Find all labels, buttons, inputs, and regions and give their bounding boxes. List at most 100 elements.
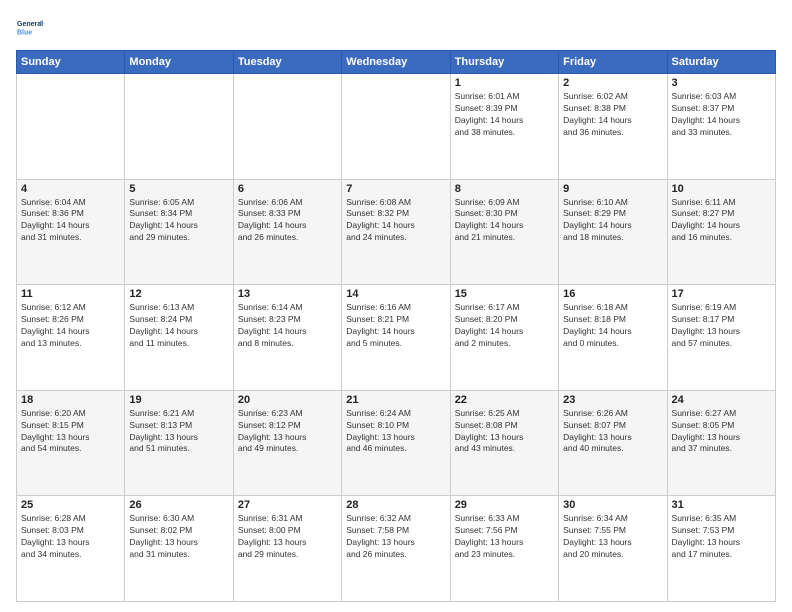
week-row-2: 4 Sunrise: 6:04 AMSunset: 8:36 PMDaylight… [17,179,776,285]
day-number: 30 [563,499,662,511]
cell-w4-d4: 22 Sunrise: 6:25 AMSunset: 8:08 PMDayligh… [450,390,558,496]
cell-w4-d3: 21 Sunrise: 6:24 AMSunset: 8:10 PMDayligh… [342,390,450,496]
day-number: 28 [346,499,445,511]
cell-w5-d2: 27 Sunrise: 6:31 AMSunset: 8:00 PMDayligh… [233,496,341,602]
cell-w3-d2: 13 Sunrise: 6:14 AMSunset: 8:23 PMDayligh… [233,285,341,391]
cell-w1-d6: 3 Sunrise: 6:03 AMSunset: 8:37 PMDaylight… [667,74,775,180]
cell-w4-d2: 20 Sunrise: 6:23 AMSunset: 8:12 PMDayligh… [233,390,341,496]
cell-w2-d6: 10 Sunrise: 6:11 AMSunset: 8:27 PMDayligh… [667,179,775,285]
day-info: Sunrise: 6:28 AMSunset: 8:03 PMDaylight:… [21,513,120,561]
day-info: Sunrise: 6:19 AMSunset: 8:17 PMDaylight:… [672,302,771,350]
day-number: 26 [129,499,228,511]
day-info: Sunrise: 6:20 AMSunset: 8:15 PMDaylight:… [21,408,120,456]
day-info: Sunrise: 6:31 AMSunset: 8:00 PMDaylight:… [238,513,337,561]
cell-w3-d3: 14 Sunrise: 6:16 AMSunset: 8:21 PMDayligh… [342,285,450,391]
day-number: 27 [238,499,337,511]
day-info: Sunrise: 6:05 AMSunset: 8:34 PMDaylight:… [129,197,228,245]
day-info: Sunrise: 6:24 AMSunset: 8:10 PMDaylight:… [346,408,445,456]
header-tuesday: Tuesday [233,51,341,74]
day-info: Sunrise: 6:32 AMSunset: 7:58 PMDaylight:… [346,513,445,561]
day-info: Sunrise: 6:13 AMSunset: 8:24 PMDaylight:… [129,302,228,350]
day-info: Sunrise: 6:23 AMSunset: 8:12 PMDaylight:… [238,408,337,456]
header-friday: Friday [559,51,667,74]
day-number: 6 [238,183,337,195]
cell-w3-d4: 15Sunrise: 6:17 AMSunset: 8:20 PMDayligh… [450,285,558,391]
day-number: 5 [129,183,228,195]
calendar-page: General Blue SundayMondayTuesdayWednesda… [0,0,792,612]
day-number: 3 [672,77,771,89]
day-info: Sunrise: 6:25 AMSunset: 8:08 PMDaylight:… [455,408,554,456]
day-info: Sunrise: 6:03 AMSunset: 8:37 PMDaylight:… [672,91,771,139]
cell-w1-d5: 2 Sunrise: 6:02 AMSunset: 8:38 PMDaylight… [559,74,667,180]
day-number: 20 [238,394,337,406]
day-number: 15 [455,288,554,300]
logo-svg: General Blue [16,12,46,42]
day-number: 31 [672,499,771,511]
day-number: 22 [455,394,554,406]
week-row-4: 18 Sunrise: 6:20 AMSunset: 8:15 PMDayligh… [17,390,776,496]
cell-w3-d1: 12Sunrise: 6:13 AMSunset: 8:24 PMDayligh… [125,285,233,391]
day-number: 13 [238,288,337,300]
day-number: 10 [672,183,771,195]
cell-w5-d3: 28 Sunrise: 6:32 AMSunset: 7:58 PMDayligh… [342,496,450,602]
cell-w4-d6: 24 Sunrise: 6:27 AMSunset: 8:05 PMDayligh… [667,390,775,496]
cell-w3-d6: 17 Sunrise: 6:19 AMSunset: 8:17 PMDayligh… [667,285,775,391]
header-wednesday: Wednesday [342,51,450,74]
day-number: 17 [672,288,771,300]
day-info: Sunrise: 6:10 AMSunset: 8:29 PMDaylight:… [563,197,662,245]
day-info: Sunrise: 6:16 AMSunset: 8:21 PMDaylight:… [346,302,445,350]
cell-w5-d0: 25 Sunrise: 6:28 AMSunset: 8:03 PMDayligh… [17,496,125,602]
header-sunday: Sunday [17,51,125,74]
cell-w2-d5: 9Sunrise: 6:10 AMSunset: 8:29 PMDaylight… [559,179,667,285]
cell-w5-d5: 30 Sunrise: 6:34 AMSunset: 7:55 PMDayligh… [559,496,667,602]
cell-w4-d5: 23 Sunrise: 6:26 AMSunset: 8:07 PMDayligh… [559,390,667,496]
cell-w3-d5: 16 Sunrise: 6:18 AMSunset: 8:18 PMDayligh… [559,285,667,391]
weekday-header-row: SundayMondayTuesdayWednesdayThursdayFrid… [17,51,776,74]
day-number: 1 [455,77,554,89]
week-row-5: 25 Sunrise: 6:28 AMSunset: 8:03 PMDayligh… [17,496,776,602]
day-info: Sunrise: 6:09 AMSunset: 8:30 PMDaylight:… [455,197,554,245]
day-number: 19 [129,394,228,406]
day-number: 2 [563,77,662,89]
day-info: Sunrise: 6:11 AMSunset: 8:27 PMDaylight:… [672,197,771,245]
day-info: Sunrise: 6:08 AMSunset: 8:32 PMDaylight:… [346,197,445,245]
day-info: Sunrise: 6:27 AMSunset: 8:05 PMDaylight:… [672,408,771,456]
day-number: 16 [563,288,662,300]
day-info: Sunrise: 6:34 AMSunset: 7:55 PMDaylight:… [563,513,662,561]
cell-w1-d0 [17,74,125,180]
day-number: 29 [455,499,554,511]
cell-w5-d1: 26 Sunrise: 6:30 AMSunset: 8:02 PMDayligh… [125,496,233,602]
cell-w2-d2: 6 Sunrise: 6:06 AMSunset: 8:33 PMDaylight… [233,179,341,285]
day-info: Sunrise: 6:21 AMSunset: 8:13 PMDaylight:… [129,408,228,456]
day-number: 23 [563,394,662,406]
day-number: 24 [672,394,771,406]
cell-w5-d4: 29Sunrise: 6:33 AMSunset: 7:56 PMDayligh… [450,496,558,602]
svg-text:Blue: Blue [17,30,32,37]
day-info: Sunrise: 6:06 AMSunset: 8:33 PMDaylight:… [238,197,337,245]
day-info: Sunrise: 6:02 AMSunset: 8:38 PMDaylight:… [563,91,662,139]
header-monday: Monday [125,51,233,74]
day-info: Sunrise: 6:04 AMSunset: 8:36 PMDaylight:… [21,197,120,245]
calendar-table: SundayMondayTuesdayWednesdayThursdayFrid… [16,50,776,602]
cell-w1-d4: 1Sunrise: 6:01 AMSunset: 8:39 PMDaylight… [450,74,558,180]
day-number: 11 [21,288,120,300]
cell-w2-d1: 5 Sunrise: 6:05 AMSunset: 8:34 PMDaylight… [125,179,233,285]
cell-w2-d4: 8Sunrise: 6:09 AMSunset: 8:30 PMDaylight… [450,179,558,285]
day-number: 21 [346,394,445,406]
svg-text:General: General [17,21,43,28]
header-saturday: Saturday [667,51,775,74]
cell-w3-d0: 11 Sunrise: 6:12 AMSunset: 8:26 PMDayligh… [17,285,125,391]
cell-w2-d3: 7Sunrise: 6:08 AMSunset: 8:32 PMDaylight… [342,179,450,285]
day-info: Sunrise: 6:26 AMSunset: 8:07 PMDaylight:… [563,408,662,456]
day-number: 25 [21,499,120,511]
day-info: Sunrise: 6:18 AMSunset: 8:18 PMDaylight:… [563,302,662,350]
day-number: 18 [21,394,120,406]
day-number: 4 [21,183,120,195]
day-info: Sunrise: 6:30 AMSunset: 8:02 PMDaylight:… [129,513,228,561]
day-info: Sunrise: 6:12 AMSunset: 8:26 PMDaylight:… [21,302,120,350]
day-number: 14 [346,288,445,300]
cell-w4-d0: 18 Sunrise: 6:20 AMSunset: 8:15 PMDayligh… [17,390,125,496]
day-info: Sunrise: 6:14 AMSunset: 8:23 PMDaylight:… [238,302,337,350]
cell-w4-d1: 19 Sunrise: 6:21 AMSunset: 8:13 PMDayligh… [125,390,233,496]
week-row-3: 11 Sunrise: 6:12 AMSunset: 8:26 PMDayligh… [17,285,776,391]
